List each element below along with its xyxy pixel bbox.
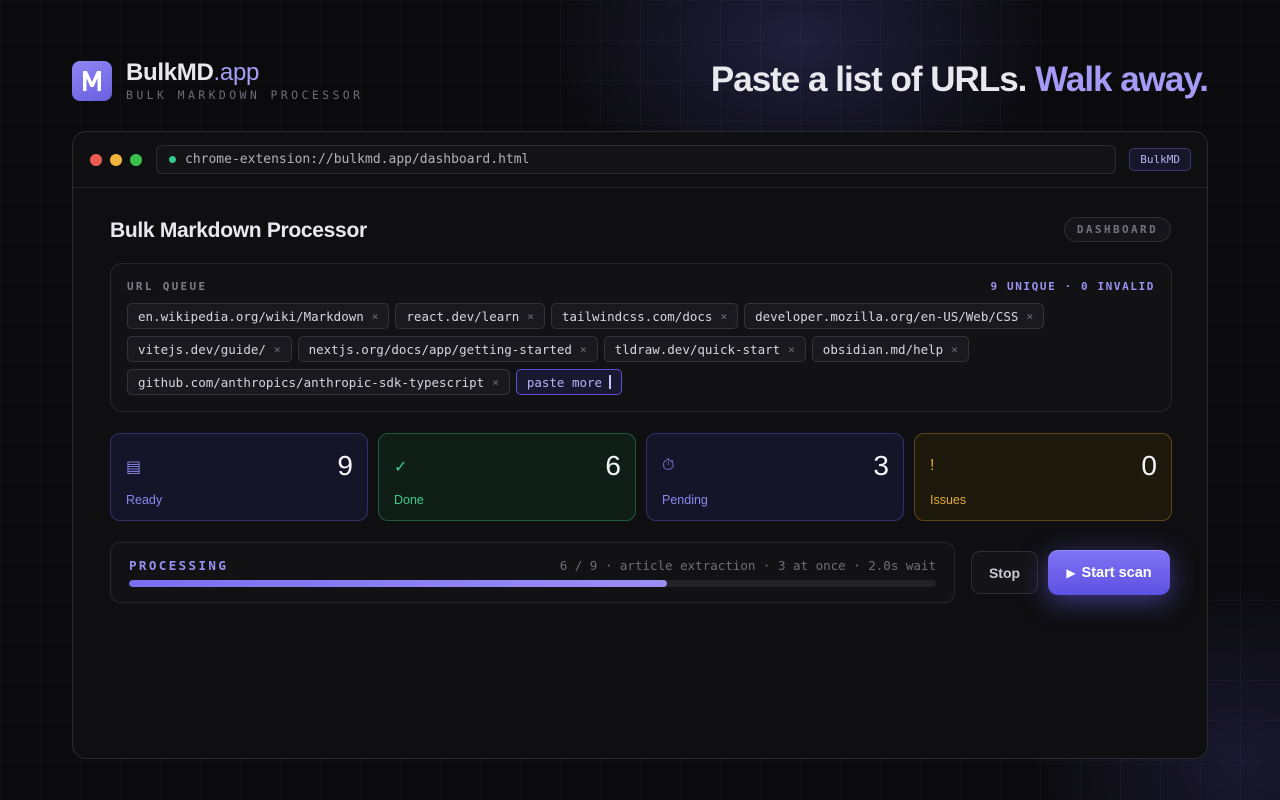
stat-value-issues: 0 (1141, 450, 1157, 481)
start-scan-label: Start scan (1081, 564, 1152, 581)
stat-card-issues: ! 0 Issues (914, 433, 1172, 521)
tagline-accent: Walk away. (1035, 60, 1209, 99)
stat-card-ready: ▤ 9 Ready (110, 433, 368, 521)
brand-name: BulkMD.app (126, 59, 260, 86)
stop-button[interactable]: Stop (971, 551, 1038, 594)
remove-chip-icon[interactable]: × (274, 343, 281, 356)
maximize-window-button[interactable] (130, 153, 142, 166)
url-chip-text: react.dev/learn (406, 308, 520, 324)
paste-more-placeholder: paste more (526, 374, 603, 390)
url-chip: obsidian.md/help × (811, 336, 969, 362)
url-chip-text: tldraw.dev/quick-start (614, 341, 781, 357)
url-chip: tailwindcss.com/docs × (550, 303, 739, 329)
stat-card-done: ✓ 6 Done (378, 433, 636, 521)
url-chip: tldraw.dev/quick-start × (603, 336, 806, 362)
url-chip-text: obsidian.md/help (822, 341, 944, 357)
stat-card-pending: ⏱ 3 Pending (646, 433, 904, 521)
remove-chip-icon[interactable]: × (492, 376, 499, 389)
address-bar[interactable]: chrome-extension://bulkmd.app/dashboard.… (156, 145, 1116, 174)
progress-fill (129, 580, 667, 587)
bulkmd-logo-icon (72, 60, 112, 101)
brand-tld: .app (213, 59, 260, 86)
remove-chip-icon[interactable]: × (580, 343, 587, 356)
remove-chip-icon[interactable]: × (527, 310, 534, 323)
browser-window: chrome-extension://bulkmd.app/dashboard.… (72, 131, 1208, 759)
stat-label-issues: Issues (930, 493, 967, 507)
tagline-main: Paste a list of URLs. (710, 60, 1027, 99)
extension-badge[interactable]: BulkMD (1129, 148, 1191, 171)
list-icon: ▤ (126, 459, 142, 476)
url-chip-text: en.wikipedia.org/wiki/Markdown (138, 308, 364, 324)
stat-label-done: Done (394, 493, 424, 507)
url-chip-list: en.wikipedia.org/wiki/Markdown × react.de… (127, 303, 1159, 395)
url-chip-text: nextjs.org/docs/app/getting-started (308, 341, 572, 357)
dashboard-badge: DASHBOARD (1064, 217, 1171, 242)
url-chip: react.dev/learn × (395, 303, 545, 329)
brand: BulkMD.app BULK MARKDOWN PROCESSOR (72, 59, 363, 102)
remove-chip-icon[interactable]: × (951, 343, 958, 356)
stopwatch-icon: ⏱ (662, 457, 675, 474)
remove-chip-icon[interactable]: × (372, 310, 379, 323)
tagline: Paste a list of URLs. Walk away. (710, 60, 1209, 100)
check-icon: ✓ (394, 459, 408, 476)
brand-subtitle: BULK MARKDOWN PROCESSOR (126, 88, 364, 102)
processing-panel: PROCESSING 6 / 9 · article extraction · … (110, 542, 955, 603)
start-scan-button[interactable]: ▶ Start scan (1048, 550, 1170, 595)
url-chip-text: tailwindcss.com/docs (561, 308, 713, 324)
secure-indicator-icon (169, 156, 176, 163)
stat-value-ready: 9 (337, 450, 353, 481)
queue-stats: 9 UNIQUE · 0 INVALID (990, 280, 1155, 293)
close-window-button[interactable] (90, 153, 102, 166)
stat-label-ready: Ready (126, 493, 163, 507)
url-queue-panel: URL QUEUE 9 UNIQUE · 0 INVALID en.wikipe… (110, 263, 1172, 412)
processing-label: PROCESSING (129, 558, 229, 573)
stat-value-done: 6 (605, 450, 621, 481)
stat-label-pending: Pending (662, 493, 708, 507)
progress-track (129, 580, 936, 587)
remove-chip-icon[interactable]: × (720, 310, 727, 323)
url-chip-text: vitejs.dev/guide/ (138, 341, 266, 357)
stat-value-pending: 3 (873, 450, 889, 481)
url-chip: github.com/anthropics/anthropic-sdk-type… (127, 369, 510, 395)
text-caret (609, 375, 612, 389)
warning-icon: ! (930, 457, 935, 474)
remove-chip-icon[interactable]: × (788, 343, 795, 356)
url-chip: en.wikipedia.org/wiki/Markdown × (127, 303, 390, 329)
paste-more-input[interactable]: paste more (515, 369, 623, 395)
url-chip: developer.mozilla.org/en-US/Web/CSS × (744, 303, 1045, 329)
address-url: chrome-extension://bulkmd.app/dashboard.… (185, 152, 530, 167)
queue-label: URL QUEUE (127, 280, 208, 293)
page-title: Bulk Markdown Processor (110, 219, 367, 242)
play-icon: ▶ (1066, 565, 1076, 580)
url-chip: nextjs.org/docs/app/getting-started × (297, 336, 598, 362)
url-chip-text: developer.mozilla.org/en-US/Web/CSS (755, 308, 1019, 324)
url-chip: vitejs.dev/guide/ × (127, 336, 292, 362)
processing-meta: 6 / 9 · article extraction · 3 at once ·… (559, 558, 936, 573)
minimize-window-button[interactable] (110, 153, 122, 166)
remove-chip-icon[interactable]: × (1026, 310, 1033, 323)
url-chip-text: github.com/anthropics/anthropic-sdk-type… (138, 374, 485, 390)
browser-titlebar: chrome-extension://bulkmd.app/dashboard.… (73, 132, 1207, 188)
